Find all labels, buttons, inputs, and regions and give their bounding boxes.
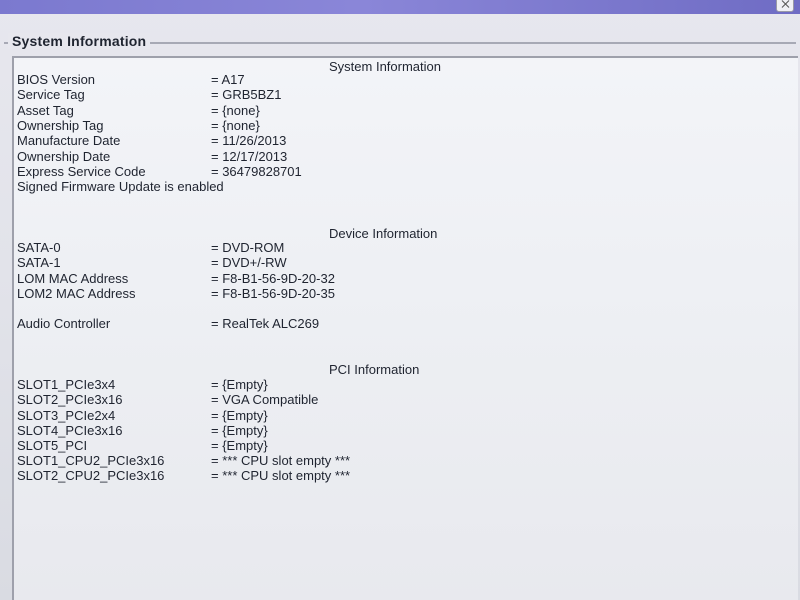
value-slot5-pci: = {Empty} (211, 438, 268, 453)
value-bios-version: = A17 (211, 72, 245, 87)
signed-firmware-note: Signed Firmware Update is enabled (17, 179, 224, 194)
value-lom2-mac-address: = F8-B1-56-9D-20-35 (211, 286, 335, 301)
value-audio-controller: = RealTek ALC269 (211, 316, 320, 331)
label-sata-1: SATA-1 (17, 255, 61, 270)
value-asset-tag: = {none} (211, 103, 260, 118)
value-lom-mac-address: = F8-B1-56-9D-20-32 (211, 271, 335, 286)
value-sata-1: = DVD+/-RW (211, 255, 287, 270)
value-express-service-code: = 36479828701 (211, 164, 302, 179)
label-ownership-date: Ownership Date (17, 149, 111, 164)
value-slot2-cpu2-pcie3x16: = *** CPU slot empty *** (211, 468, 351, 483)
label-lom-mac-address: LOM MAC Address (17, 271, 129, 286)
label-slot4-pcie3x16: SLOT4_PCIe3x16 (17, 423, 123, 438)
label-asset-tag: Asset Tag (17, 103, 74, 118)
section-title-pci: PCI Information (329, 362, 420, 377)
label-ownership-tag: Ownership Tag (17, 118, 104, 133)
label-manufacture-date: Manufacture Date (17, 133, 121, 148)
value-ownership-tag: = {none} (211, 118, 260, 133)
label-slot2-pcie3x16: SLOT2_PCIe3x16 (17, 392, 123, 407)
information-panel (12, 56, 798, 600)
label-slot1-pcie3x4: SLOT1_PCIe3x4 (17, 377, 116, 392)
label-service-tag: Service Tag (17, 87, 85, 102)
section-title-device: Device Information (329, 226, 438, 241)
group-title: System Information (8, 33, 151, 49)
bios-system-information-screen: System Information System Information BI… (0, 0, 800, 600)
label-audio-controller: Audio Controller (17, 316, 111, 331)
label-slot5-pci: SLOT5_PCI (17, 438, 88, 453)
value-sata-0: = DVD-ROM (211, 240, 285, 255)
label-slot1-cpu2-pcie3x16: SLOT1_CPU2_PCIe3x16 (17, 453, 165, 468)
label-bios-version: BIOS Version (17, 72, 96, 87)
value-slot1-pcie3x4: = {Empty} (211, 377, 268, 392)
value-slot2-pcie3x16: = VGA Compatible (211, 392, 319, 407)
label-slot2-cpu2-pcie3x16: SLOT2_CPU2_PCIe3x16 (17, 468, 165, 483)
value-service-tag: = GRB5BZ1 (211, 87, 282, 102)
value-slot1-cpu2-pcie3x16: = *** CPU slot empty *** (211, 453, 351, 468)
value-slot4-pcie3x16: = {Empty} (211, 423, 268, 438)
label-slot3-pcie2x4: SLOT3_PCIe2x4 (17, 408, 116, 423)
value-slot3-pcie2x4: = {Empty} (211, 408, 268, 423)
value-ownership-date: = 12/17/2013 (211, 149, 288, 164)
window-title-bar (0, 0, 800, 14)
label-express-service-code: Express Service Code (17, 164, 146, 179)
label-lom2-mac-address: LOM2 MAC Address (17, 286, 136, 301)
value-manufacture-date: = 11/26/2013 (211, 133, 287, 148)
section-title-system: System Information (329, 59, 441, 74)
label-sata-0: SATA-0 (17, 240, 61, 255)
close-button[interactable] (776, 0, 794, 12)
